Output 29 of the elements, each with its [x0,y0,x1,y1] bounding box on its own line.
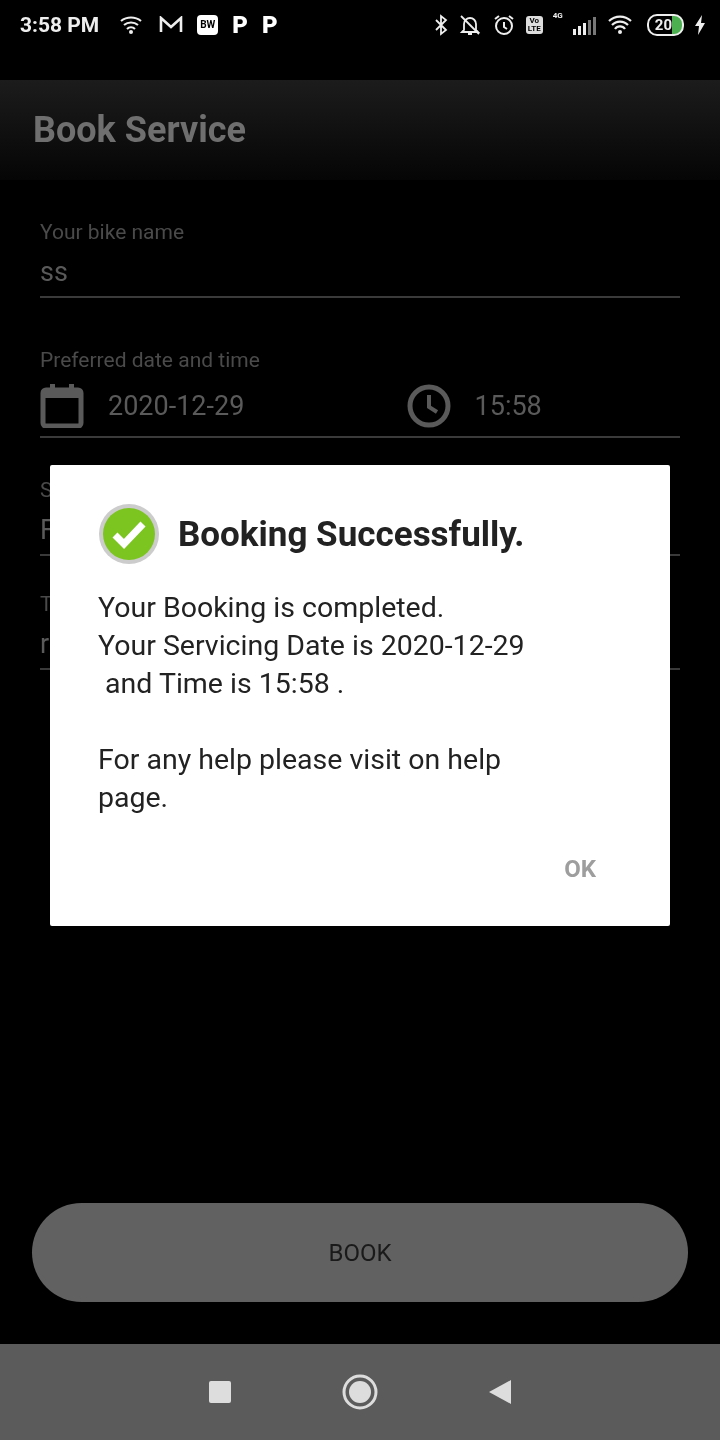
app-letter: P [232,13,248,37]
charging-icon [694,15,706,35]
field-label: Preferred date and time [40,348,260,372]
check-circle-icon [98,503,160,565]
calendar-icon [40,384,84,428]
app-letter: P [262,13,278,37]
ok-button[interactable]: OK [556,847,604,891]
clock-icon [406,384,451,428]
muted-bell-icon [457,14,482,36]
field-label: T [40,592,53,616]
dialog-message: Your Booking is completed. Your Servicing Date is 2020-12-29 and Time is 15:58 . For any help please visit on help page. [98,590,526,816]
battery-indicator: 20 [646,14,684,36]
signal-icon [572,15,597,35]
back-button[interactable] [488,1379,512,1405]
bike-name-field[interactable]: ss [40,244,680,298]
mail-icon [159,16,184,34]
home-button[interactable] [342,1374,378,1410]
recents-button[interactable] [208,1380,232,1404]
book-button[interactable]: BOOK [32,1203,688,1302]
app-badge: BW [197,15,219,35]
screen-title: Book Service [33,109,246,151]
time-value[interactable]: 15:58 [474,390,542,422]
dialog-title: Booking Successfully. [178,513,525,555]
volte-badge: Vo LTE [525,15,543,35]
status-time: 3:58 PM [20,13,100,37]
network-type: 4G [552,12,563,20]
field-label: Your bike name [40,220,185,244]
bluetooth-icon [433,14,448,36]
date-value[interactable]: 2020-12-29 [108,390,245,422]
